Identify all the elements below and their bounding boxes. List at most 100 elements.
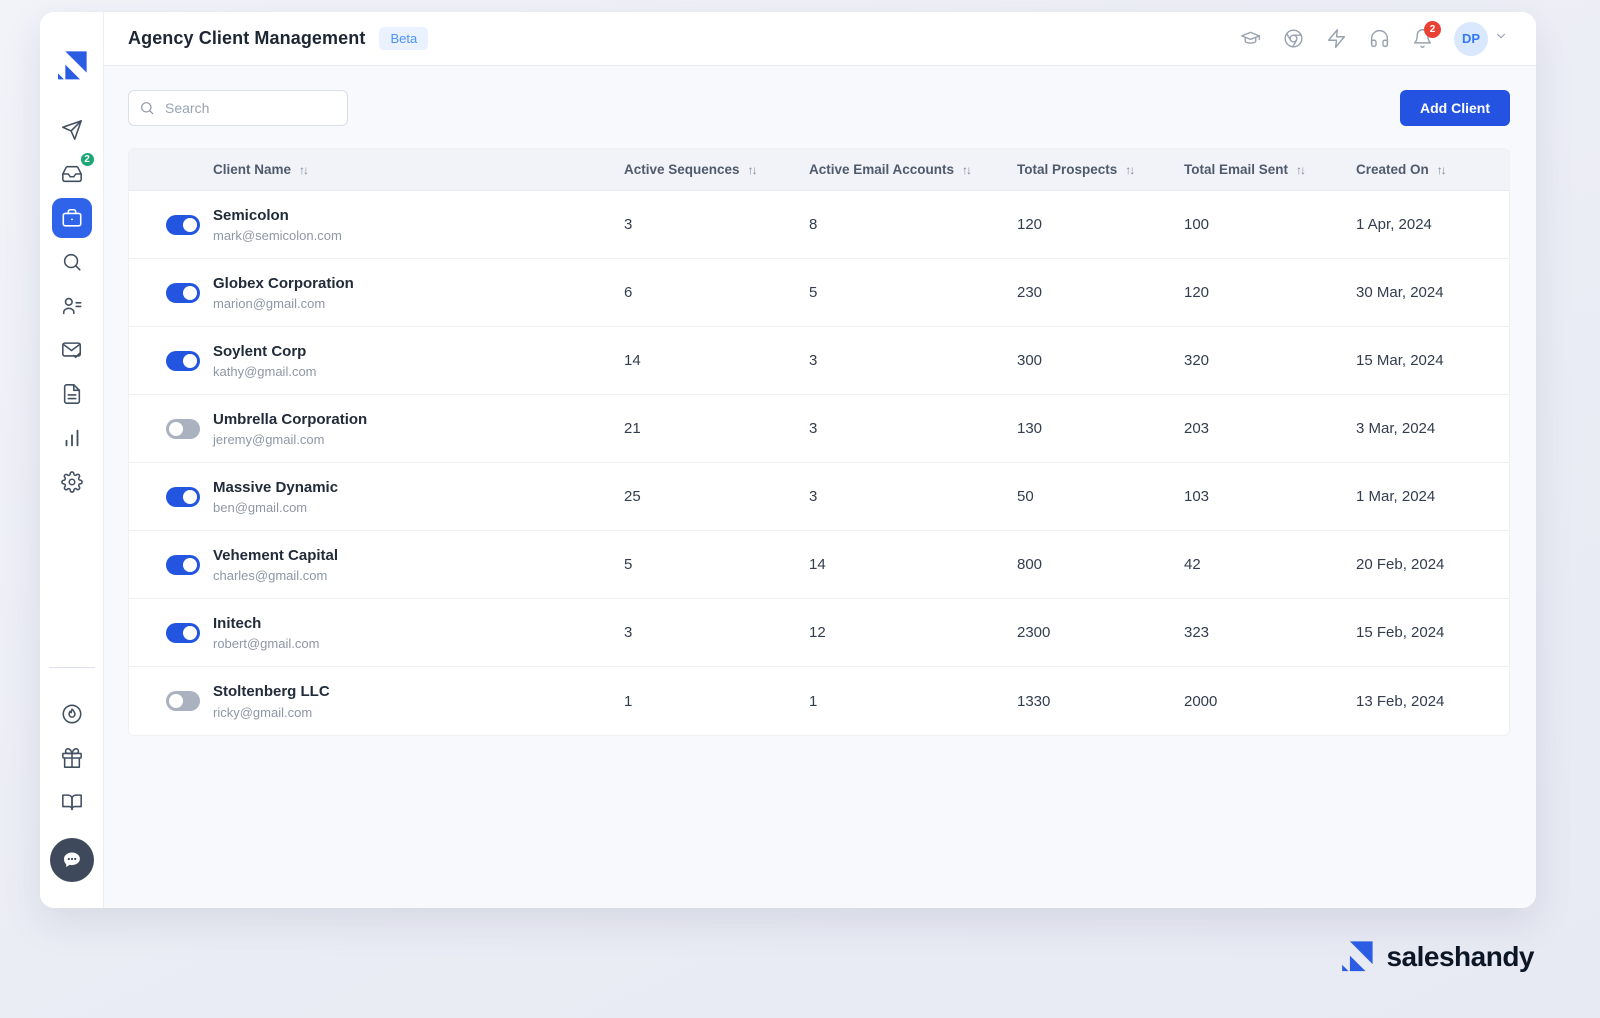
column-header-total-email-sent[interactable]: Total Email Sent ↑↓ bbox=[1184, 162, 1356, 177]
cell-total-prospects: 1330 bbox=[1017, 693, 1184, 710]
sort-icon: ↑↓ bbox=[1296, 163, 1304, 177]
table-row: Globex Corporation marion@gmail.com 6 5 … bbox=[129, 259, 1509, 327]
client-toggle[interactable] bbox=[166, 555, 200, 575]
headphones-icon bbox=[1369, 28, 1390, 49]
add-client-button[interactable]: Add Client bbox=[1400, 90, 1510, 126]
inbox-icon bbox=[61, 163, 83, 185]
academy-button[interactable] bbox=[1239, 28, 1261, 50]
cell-active-email-accounts: 1 bbox=[809, 693, 1017, 710]
client-toggle[interactable] bbox=[166, 691, 200, 711]
column-header-active-sequences[interactable]: Active Sequences ↑↓ bbox=[624, 162, 809, 177]
book-open-icon bbox=[61, 791, 83, 813]
client-cell: Soylent Corp kathy@gmail.com bbox=[129, 342, 624, 380]
toggle-knob bbox=[183, 626, 197, 640]
sort-icon: ↑↓ bbox=[962, 163, 970, 177]
toggle-knob bbox=[183, 218, 197, 232]
cell-total-prospects: 2300 bbox=[1017, 624, 1184, 641]
client-email: charles@gmail.com bbox=[213, 568, 338, 583]
client-email: kathy@gmail.com bbox=[213, 364, 317, 379]
lightning-icon bbox=[1326, 28, 1347, 49]
flame-circle-icon bbox=[61, 703, 83, 725]
chat-widget-button[interactable] bbox=[50, 838, 94, 882]
main-area: Agency Client Management Beta bbox=[104, 12, 1536, 908]
page-header: Agency Client Management Beta bbox=[104, 12, 1536, 66]
cell-total-prospects: 800 bbox=[1017, 556, 1184, 573]
sidebar-item-search[interactable] bbox=[52, 242, 92, 282]
client-toggle[interactable] bbox=[166, 351, 200, 371]
column-header-active-email-accounts[interactable]: Active Email Accounts ↑↓ bbox=[809, 162, 1017, 177]
column-header-client-name[interactable]: Client Name ↑↓ bbox=[129, 162, 624, 177]
cell-total-email-sent: 2000 bbox=[1184, 693, 1356, 710]
search-input[interactable] bbox=[128, 90, 348, 126]
user-list-icon bbox=[61, 295, 83, 317]
sidebar-item-email-accounts[interactable] bbox=[52, 330, 92, 370]
client-toggle[interactable] bbox=[166, 487, 200, 507]
cell-total-email-sent: 100 bbox=[1184, 216, 1356, 233]
sidebar-item-inbox[interactable]: 2 bbox=[52, 154, 92, 194]
cell-total-email-sent: 323 bbox=[1184, 624, 1356, 641]
cell-total-prospects: 120 bbox=[1017, 216, 1184, 233]
chevron-down-icon bbox=[1494, 29, 1508, 48]
sidebar-bottom bbox=[49, 667, 95, 908]
table-row: Soylent Corp kathy@gmail.com 14 3 300 32… bbox=[129, 327, 1509, 395]
table-body: Semicolon mark@semicolon.com 3 8 120 100… bbox=[129, 191, 1509, 735]
sidebar-item-trending[interactable] bbox=[52, 694, 92, 734]
client-email: robert@gmail.com bbox=[213, 636, 319, 651]
column-header-total-prospects[interactable]: Total Prospects ↑↓ bbox=[1017, 162, 1184, 177]
cell-created-on: 1 Mar, 2024 bbox=[1356, 488, 1509, 505]
toggle-knob bbox=[183, 354, 197, 368]
client-toggle[interactable] bbox=[166, 623, 200, 643]
cell-created-on: 20 Feb, 2024 bbox=[1356, 556, 1509, 573]
client-toggle[interactable] bbox=[166, 419, 200, 439]
table-row: Stoltenberg LLC ricky@gmail.com 1 1 1330… bbox=[129, 667, 1509, 735]
client-toggle[interactable] bbox=[166, 283, 200, 303]
cell-created-on: 15 Mar, 2024 bbox=[1356, 352, 1509, 369]
cell-active-email-accounts: 12 bbox=[809, 624, 1017, 641]
desktop-background: 2 bbox=[0, 0, 1600, 1018]
sort-icon: ↑↓ bbox=[299, 163, 307, 177]
client-toggle[interactable] bbox=[166, 215, 200, 235]
client-name: Vehement Capital bbox=[213, 546, 338, 566]
sidebar-item-settings[interactable] bbox=[52, 462, 92, 502]
client-email: mark@semicolon.com bbox=[213, 228, 342, 243]
cell-total-email-sent: 42 bbox=[1184, 556, 1356, 573]
graduation-cap-icon bbox=[1240, 28, 1261, 49]
client-email: jeremy@gmail.com bbox=[213, 432, 367, 447]
client-cell: Vehement Capital charles@gmail.com bbox=[129, 546, 624, 584]
notifications-button[interactable]: 2 bbox=[1411, 28, 1433, 50]
client-name: Stoltenberg LLC bbox=[213, 682, 330, 702]
sidebar-item-sequences[interactable] bbox=[52, 110, 92, 150]
clients-table: Client Name ↑↓ Active Sequences ↑↓ Activ… bbox=[128, 148, 1510, 736]
sidebar-item-clients[interactable] bbox=[52, 198, 92, 238]
support-button[interactable] bbox=[1368, 28, 1390, 50]
document-icon bbox=[61, 383, 83, 405]
search-field bbox=[128, 90, 348, 126]
sidebar-item-analytics[interactable] bbox=[52, 418, 92, 458]
column-header-created-on[interactable]: Created On ↑↓ bbox=[1356, 162, 1509, 177]
extension-button[interactable] bbox=[1282, 28, 1304, 50]
app-window: 2 bbox=[40, 12, 1536, 908]
sidebar-item-prospects[interactable] bbox=[52, 286, 92, 326]
whats-new-button[interactable] bbox=[1325, 28, 1347, 50]
profile-menu[interactable]: DP bbox=[1454, 22, 1508, 56]
toggle-knob bbox=[169, 694, 183, 708]
gear-icon bbox=[61, 471, 83, 493]
sidebar-item-rewards[interactable] bbox=[52, 738, 92, 778]
brand-wordmark: saleshandy bbox=[1386, 941, 1534, 973]
saleshandy-logo-icon bbox=[56, 50, 88, 82]
notification-count-badge: 2 bbox=[1424, 21, 1441, 38]
sort-icon: ↑↓ bbox=[1125, 163, 1133, 177]
sidebar-item-knowledge-base[interactable] bbox=[52, 782, 92, 822]
client-email: ben@gmail.com bbox=[213, 500, 338, 515]
header-actions: 2 DP bbox=[1239, 22, 1508, 56]
send-icon bbox=[61, 119, 83, 141]
client-email: marion@gmail.com bbox=[213, 296, 354, 311]
cell-total-email-sent: 120 bbox=[1184, 284, 1356, 301]
client-email: ricky@gmail.com bbox=[213, 705, 330, 720]
client-name: Globex Corporation bbox=[213, 274, 354, 294]
cell-created-on: 1 Apr, 2024 bbox=[1356, 216, 1509, 233]
cell-created-on: 15 Feb, 2024 bbox=[1356, 624, 1509, 641]
table-row: Initech robert@gmail.com 3 12 2300 323 1… bbox=[129, 599, 1509, 667]
sidebar-item-templates[interactable] bbox=[52, 374, 92, 414]
table-header: Client Name ↑↓ Active Sequences ↑↓ Activ… bbox=[129, 149, 1509, 191]
